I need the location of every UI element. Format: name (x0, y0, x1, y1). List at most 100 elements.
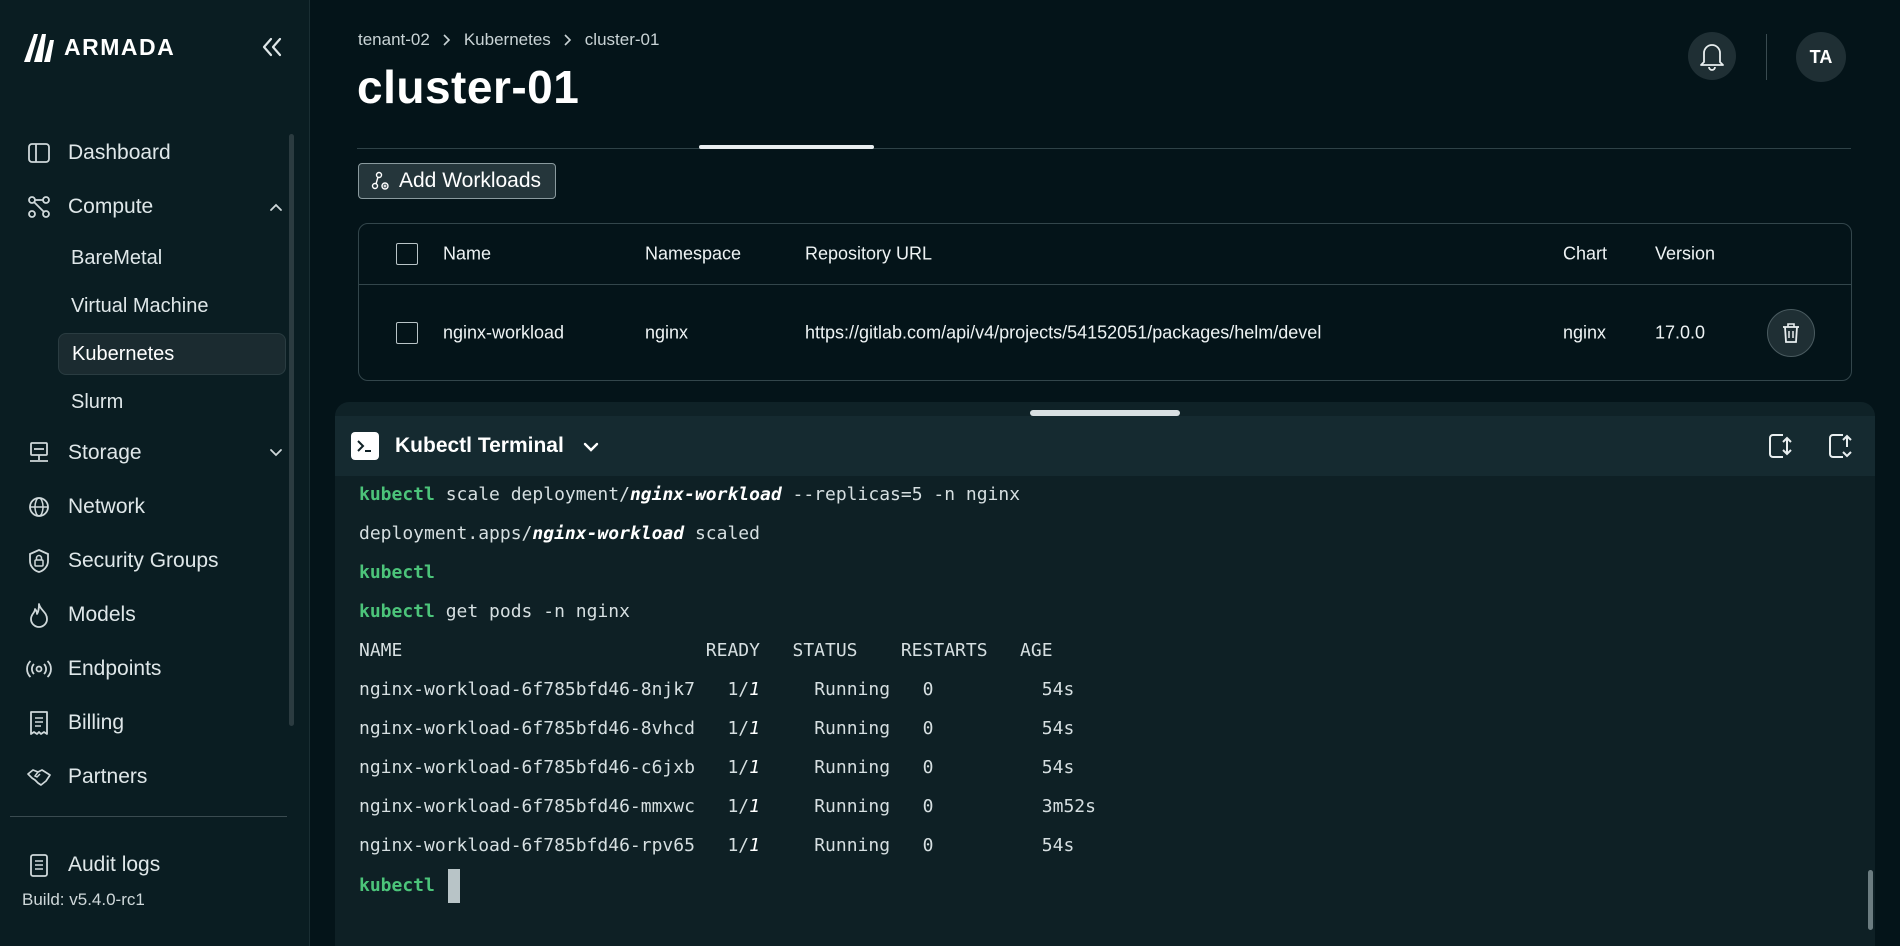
sidebar-item-label: Storage (68, 441, 142, 464)
terminal-line: kubectl get pods -n nginx (359, 601, 630, 622)
notifications-button[interactable] (1688, 32, 1736, 80)
collapse-sidebar-button[interactable] (256, 32, 288, 62)
sidebar-item-partners[interactable]: Partners (0, 750, 300, 804)
expand-vertical-icon[interactable] (1765, 431, 1795, 461)
sidebar-item-models[interactable]: Models (0, 588, 300, 642)
sidebar-subitem-virtual-machine[interactable]: Virtual Machine (0, 282, 286, 330)
cell-version: 17.0.0 (1655, 322, 1706, 343)
pod-row: nginx-workload-6f785bfd46-8njk7 1/1 Runn… (359, 679, 1075, 700)
cell-namespace: nginx (645, 322, 689, 343)
terminal-cursor (447, 869, 460, 903)
compute-icon (28, 196, 50, 218)
select-all-checkbox[interactable] (396, 243, 418, 265)
dashboard-icon (28, 143, 50, 163)
row-checkbox[interactable] (396, 322, 418, 344)
sidebar-item-dashboard[interactable]: Dashboard (0, 126, 300, 180)
pod-row: nginx-workload-6f785bfd46-rpv65 1/1 Runn… (359, 835, 1075, 856)
sidebar-item-label: Endpoints (68, 657, 162, 680)
sidebar-item-endpoints[interactable]: Endpoints (0, 642, 300, 696)
terminal-line: NAME READY STATUS RESTARTS AGE (359, 640, 1053, 661)
sidebar-subitem-slurm[interactable]: Slurm (0, 378, 286, 426)
sidebar-item-label: Audit logs (68, 853, 161, 876)
kubectl-terminal-panel: Kubectl Terminal kubectl scale deploymen… (335, 402, 1875, 946)
terminal-line: kubectl (359, 562, 435, 583)
sidebar-item-compute[interactable]: Compute (0, 180, 300, 234)
chevron-right-icon (443, 34, 450, 46)
workload-add-icon (371, 171, 389, 190)
sidebar-item-label: Models (68, 603, 136, 626)
broadcast-icon (26, 660, 52, 678)
page-title: cluster-01 (357, 61, 580, 113)
sidebar-item-storage[interactable]: Storage (0, 426, 300, 480)
receipt-icon (30, 711, 48, 735)
pod-row: nginx-workload-6f785bfd46-c6jxb 1/1 Runn… (359, 757, 1075, 778)
tab-bar (357, 148, 1851, 149)
pod-row: nginx-workload-6f785bfd46-8vhcd 1/1 Runn… (359, 718, 1075, 739)
breadcrumb: tenant-02 Kubernetes cluster-01 (358, 30, 659, 50)
chevron-up-icon (270, 203, 282, 211)
clipboard-list-icon (30, 854, 48, 877)
breadcrumb-kubernetes[interactable]: Kubernetes (464, 30, 551, 50)
sidebar-subitem-kubernetes[interactable]: Kubernetes (58, 333, 286, 375)
column-header-chart[interactable]: Chart (1563, 244, 1607, 265)
sidebar: ARMADA Dashboard Compute BareMetal Virtu… (0, 0, 310, 946)
sidebar-scrollbar[interactable] (289, 134, 294, 726)
add-workloads-label: Add Workloads (399, 169, 542, 192)
handshake-icon (27, 769, 51, 786)
sidebar-subitem-baremetal[interactable]: BareMetal (0, 234, 286, 282)
table-row[interactable]: nginx-workload nginx https://gitlab.com/… (359, 285, 1851, 381)
terminal-line: kubectl scale deployment/nginx-workload … (359, 484, 1021, 505)
sidebar-item-label: Dashboard (68, 141, 171, 164)
sidebar-divider (10, 816, 287, 817)
terminal-icon (351, 432, 379, 460)
sidebar-item-label: Compute (68, 195, 154, 218)
tab-active-indicator[interactable] (699, 145, 874, 149)
cell-chart: nginx (1563, 322, 1607, 343)
breadcrumb-tenant[interactable]: tenant-02 (358, 30, 430, 50)
terminal-line: deployment.apps/nginx-workload scaled (359, 523, 760, 544)
column-header-version[interactable]: Version (1655, 244, 1715, 265)
terminal-output[interactable]: kubectl scale deployment/nginx-workload … (335, 476, 1875, 946)
header-divider (1766, 34, 1767, 80)
chevron-down-icon (270, 449, 282, 457)
delete-workload-button[interactable] (1767, 309, 1815, 357)
storage-icon (30, 442, 48, 462)
flame-icon (30, 603, 48, 628)
brand-logo[interactable]: ARMADA (22, 30, 175, 64)
sidebar-item-billing[interactable]: Billing (0, 696, 300, 750)
sidebar-nav: Dashboard Compute BareMetal Virtual Mach… (0, 126, 300, 804)
chevron-right-icon (564, 34, 571, 46)
chevron-down-icon[interactable] (580, 436, 602, 458)
column-header-name[interactable]: Name (443, 244, 491, 265)
add-workloads-button[interactable]: Add Workloads (358, 163, 556, 199)
maximize-panel-icon[interactable] (1825, 431, 1855, 461)
terminal-title: Kubectl Terminal (395, 434, 564, 457)
globe-icon (29, 497, 49, 517)
armada-logo-icon (24, 34, 54, 62)
breadcrumb-cluster: cluster-01 (584, 30, 660, 49)
sidebar-item-label: Billing (68, 711, 125, 734)
brand-name: ARMADA (64, 33, 176, 60)
terminal-header: Kubectl Terminal (335, 416, 1875, 476)
bell-icon (1700, 44, 1724, 71)
terminal-prompt-line[interactable]: kubectl (359, 868, 460, 904)
build-version: Build: v5.4.0-rc1 (22, 890, 145, 909)
trash-icon (1783, 323, 1799, 343)
table-header: Name Namespace Repository URL Chart Vers… (359, 224, 1851, 285)
sidebar-item-label: Partners (68, 765, 148, 788)
pod-row: nginx-workload-6f785bfd46-mmxwc 1/1 Runn… (359, 796, 1096, 817)
workloads-table: Name Namespace Repository URL Chart Vers… (358, 223, 1852, 381)
double-chevron-left-icon (262, 37, 282, 57)
cell-repository-url: https://gitlab.com/api/v4/projects/54152… (805, 322, 1322, 343)
avatar[interactable]: TA (1796, 32, 1846, 82)
terminal-scrollbar[interactable] (1868, 870, 1873, 930)
sidebar-item-label: Security Groups (68, 549, 219, 572)
column-header-repository-url[interactable]: Repository URL (805, 244, 932, 265)
sidebar-item-security-groups[interactable]: Security Groups (0, 534, 300, 588)
cell-name: nginx-workload (443, 322, 565, 343)
sidebar-item-label: Network (68, 495, 146, 518)
sidebar-item-audit-logs[interactable]: Audit logs (0, 838, 300, 892)
shield-lock-icon (29, 549, 49, 573)
column-header-namespace[interactable]: Namespace (645, 244, 741, 265)
sidebar-item-network[interactable]: Network (0, 480, 300, 534)
